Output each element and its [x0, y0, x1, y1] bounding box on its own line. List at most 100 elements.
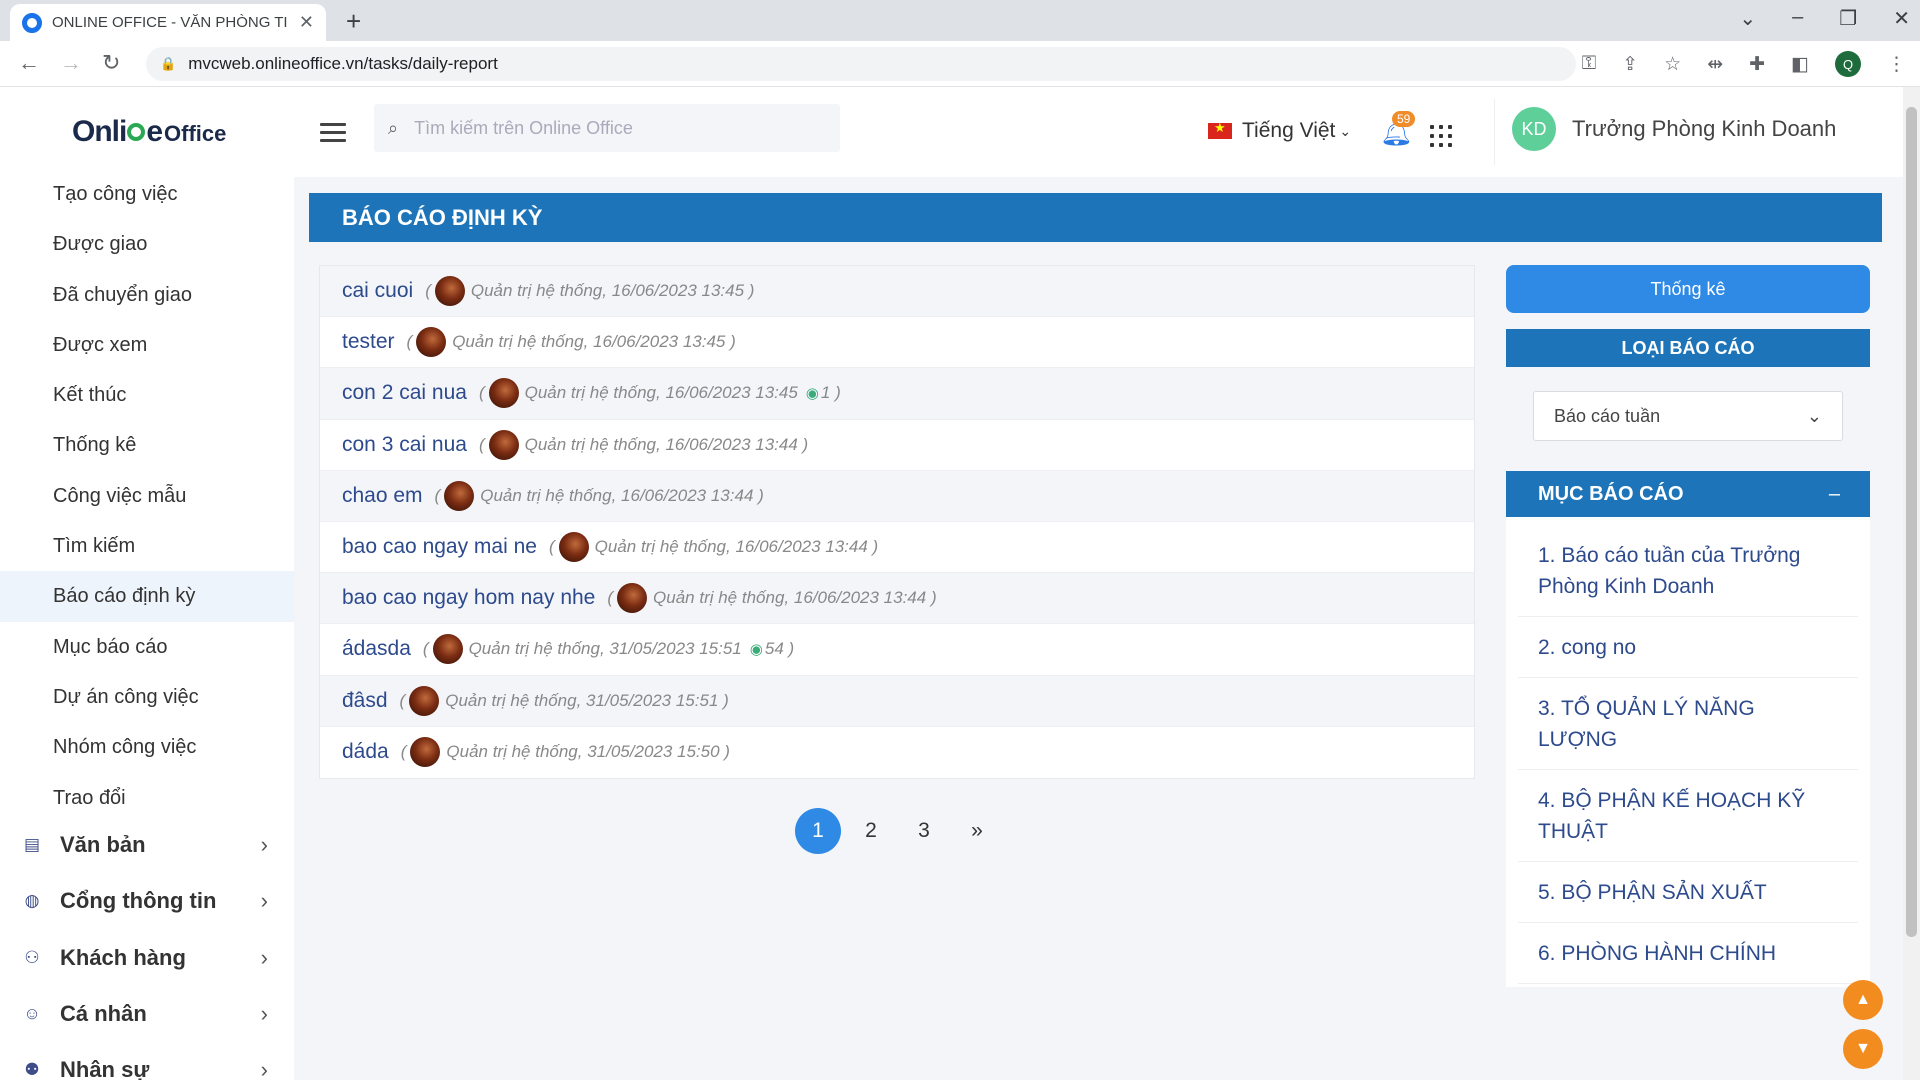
bookmark-star-icon[interactable]: ☆ — [1664, 53, 1681, 76]
sidebar-group-documents[interactable]: ▤ Văn bản › — [0, 817, 294, 873]
report-author: Quản trị hệ thống — [524, 383, 656, 403]
page-2-button[interactable]: 2 — [848, 808, 894, 854]
side-panel-icon[interactable]: ◧ — [1791, 53, 1809, 76]
reload-icon[interactable]: ↻ — [102, 50, 120, 76]
sidebar-group-portal[interactable]: ◍ Cổng thông tin › — [0, 873, 294, 929]
sidebar-item-discussion[interactable]: Trao đổi — [0, 773, 294, 823]
report-author: Quản trị hệ thống — [524, 434, 656, 454]
report-meta: (Quản trị hệ thống, 31/05/2023 15:50 ) — [401, 737, 730, 768]
report-row[interactable]: đâsd (Quản trị hệ thống, 31/05/2023 15:51… — [320, 675, 1474, 727]
sidebar-group-label: Cá nhân — [60, 1001, 147, 1026]
online-office-logo[interactable]: Onli e Office — [72, 115, 226, 149]
sidebar-item-report-categories[interactable]: Mục báo cáo — [0, 622, 294, 672]
report-list: cai cuoi (Quản trị hệ thống, 16/06/2023 1… — [319, 265, 1475, 779]
page-3-button[interactable]: 3 — [901, 808, 947, 854]
share-icon[interactable]: ⇪ — [1622, 53, 1638, 76]
sidebar-item-viewable[interactable]: Được xem — [0, 320, 294, 370]
sidebar-item-task-projects[interactable]: Dự án công việc — [0, 672, 294, 722]
browser-toolbar-icons: ⚿ ⇪ ☆ ⇹ ✚ ◧ Q ⋮ — [1582, 51, 1906, 77]
report-category-item[interactable]: 6. PHÒNG HÀNH CHÍNH — [1518, 923, 1858, 984]
sidebar-item-search[interactable]: Tìm kiếm — [0, 521, 294, 571]
report-meta: (Quản trị hệ thống, 31/05/2023 15:51 ) — [400, 685, 729, 716]
extensions-puzzle-icon[interactable]: ✚ — [1749, 53, 1765, 76]
report-row[interactable]: ádasda(Quản trị hệ thống, 31/05/2023 15:… — [320, 624, 1474, 676]
tab-search-chevron-icon[interactable]: ⌄ — [1739, 6, 1756, 31]
report-title[interactable]: bao cao ngay mai ne — [342, 535, 537, 559]
report-author: Quản trị hệ thống — [452, 332, 584, 352]
report-time: 16/06/2023 13:44 — [665, 434, 798, 454]
scroll-to-bottom-button[interactable]: ▼ — [1843, 1029, 1883, 1069]
browser-menu-icon[interactable]: ⋮ — [1887, 53, 1906, 76]
scrollbar-thumb[interactable] — [1906, 107, 1917, 937]
sidebar-item-periodic-report[interactable]: Báo cáo định kỳ — [0, 571, 294, 622]
sidebar-group-hr[interactable]: ⚉ Nhân sự › — [0, 1042, 294, 1080]
report-row[interactable]: tester (Quản trị hệ thống, 16/06/2023 13:… — [320, 317, 1474, 369]
report-category-item[interactable]: 2. cong no — [1518, 617, 1858, 678]
report-category-item[interactable]: 3. TỔ QUẢN LÝ NĂNG LƯỢNG — [1518, 678, 1858, 770]
report-row[interactable]: con 3 cai nua (Quản trị hệ thống, 16/06/2… — [320, 420, 1474, 471]
report-row[interactable]: bao cao ngay mai ne (Quản trị hệ thống, 1… — [320, 522, 1474, 574]
report-category-item[interactable]: 1. Báo cáo tuần của Trưởng Phòng Kinh Do… — [1518, 525, 1858, 617]
sidebar-task-menu: Tạo công việc Được giao Đã chuyển giao Đ… — [0, 169, 294, 823]
collapse-icon[interactable]: – — [1829, 471, 1840, 517]
sidebar-item-task-templates[interactable]: Công việc mẫu — [0, 471, 294, 521]
report-row[interactable]: cai cuoi (Quản trị hệ thống, 16/06/2023 1… — [320, 266, 1474, 318]
report-title[interactable]: tester — [342, 330, 395, 354]
user-menu[interactable]: KD Trưởng Phòng Kinh Doanh — [1512, 107, 1836, 151]
forward-icon[interactable]: → — [60, 50, 82, 76]
report-title[interactable]: con 2 cai nua — [342, 381, 467, 405]
report-title[interactable]: cai cuoi — [342, 279, 413, 303]
window-controls: ⌄ – ❐ ✕ — [1739, 6, 1910, 31]
sidebar-item-transferred[interactable]: Đã chuyển giao — [0, 270, 294, 320]
back-icon[interactable]: ← — [18, 50, 40, 76]
sidebar-item-finished[interactable]: Kết thúc — [0, 370, 294, 420]
report-title[interactable]: chao em — [342, 484, 423, 508]
page-scrollbar[interactable] — [1903, 87, 1920, 1080]
report-category-title: MỤC BÁO CÁO — [1538, 483, 1684, 505]
sidebar: Onli e Office Tạo công việc Được giao Đã… — [0, 87, 294, 1080]
address-bar: ← → ↻ 🔒 mvcweb.onlineoffice.vn/tasks/dai… — [0, 41, 1920, 87]
scroll-to-top-button[interactable]: ▲ — [1843, 980, 1883, 1020]
profile-avatar[interactable]: Q — [1835, 51, 1861, 77]
sidebar-group-personal[interactable]: ☺ Cá nhân › — [0, 986, 294, 1042]
report-row[interactable]: bao cao ngay hom nay nhe (Quản trị hệ thố… — [320, 573, 1474, 625]
restore-icon[interactable]: ❐ — [1839, 6, 1857, 31]
report-time: 16/06/2023 13:45 — [665, 383, 798, 403]
report-category-item[interactable]: 5. BỘ PHẬN SẢN XUẤT — [1518, 862, 1858, 923]
extension-link-icon[interactable]: ⇹ — [1707, 53, 1723, 76]
next-page-button[interactable]: » — [954, 808, 1000, 854]
report-title[interactable]: con 3 cai nua — [342, 433, 467, 457]
statistics-button[interactable]: Thống kê — [1506, 265, 1870, 313]
apps-grid-icon[interactable] — [1430, 125, 1452, 147]
sidebar-item-statistics[interactable]: Thống kê — [0, 420, 294, 470]
key-icon[interactable]: ⚿ — [1582, 53, 1596, 75]
sidebar-item-create-task[interactable]: Tạo công việc — [0, 169, 294, 219]
minimize-icon[interactable]: – — [1792, 6, 1803, 31]
report-title[interactable]: bao cao ngay hom nay nhe — [342, 586, 595, 610]
page-1-button[interactable]: 1 — [795, 808, 841, 854]
report-meta: (Quản trị hệ thống, 16/06/2023 13:44 ) — [479, 429, 808, 460]
report-title[interactable]: dáda — [342, 740, 389, 764]
report-title[interactable]: đâsd — [342, 689, 388, 713]
close-tab-icon[interactable]: ✕ — [299, 12, 314, 33]
sidebar-item-assigned[interactable]: Được giao — [0, 219, 294, 269]
close-window-icon[interactable]: ✕ — [1893, 6, 1910, 31]
browser-tab[interactable]: ONLINE OFFICE - VĂN PHÒNG TI ✕ — [10, 4, 326, 41]
report-title[interactable]: ádasda — [342, 637, 411, 661]
sidebar-item-task-groups[interactable]: Nhóm công việc — [0, 722, 294, 772]
report-category-list: 1. Báo cáo tuần của Trưởng Phòng Kinh Do… — [1506, 517, 1870, 987]
report-row[interactable]: dáda (Quản trị hệ thống, 31/05/2023 15:50… — [320, 727, 1474, 778]
report-row[interactable]: chao em (Quản trị hệ thống, 16/06/2023 13… — [320, 470, 1474, 522]
search-input[interactable] — [414, 117, 795, 139]
report-type-selected: Báo cáo tuần — [1554, 405, 1661, 426]
url-field[interactable]: 🔒 mvcweb.onlineoffice.vn/tasks/daily-rep… — [146, 47, 1576, 81]
new-tab-icon[interactable]: + — [346, 6, 361, 37]
report-category-item[interactable]: 4. BỘ PHẬN KẾ HOẠCH KỸ THUẬT — [1518, 770, 1858, 862]
report-row[interactable]: con 2 cai nua(Quản trị hệ thống, 16/06/2… — [320, 368, 1474, 420]
report-author: Quản trị hệ thống — [594, 537, 727, 557]
report-author: Quản trị hệ thống — [446, 742, 578, 762]
sidebar-group-customers[interactable]: ⚇ Khách hàng › — [0, 930, 294, 986]
menu-toggle-icon[interactable] — [320, 123, 346, 142]
language-selector[interactable]: Tiếng Việt ⌄ — [1208, 119, 1351, 143]
report-type-select[interactable]: Báo cáo tuần ⌄ — [1533, 391, 1843, 441]
